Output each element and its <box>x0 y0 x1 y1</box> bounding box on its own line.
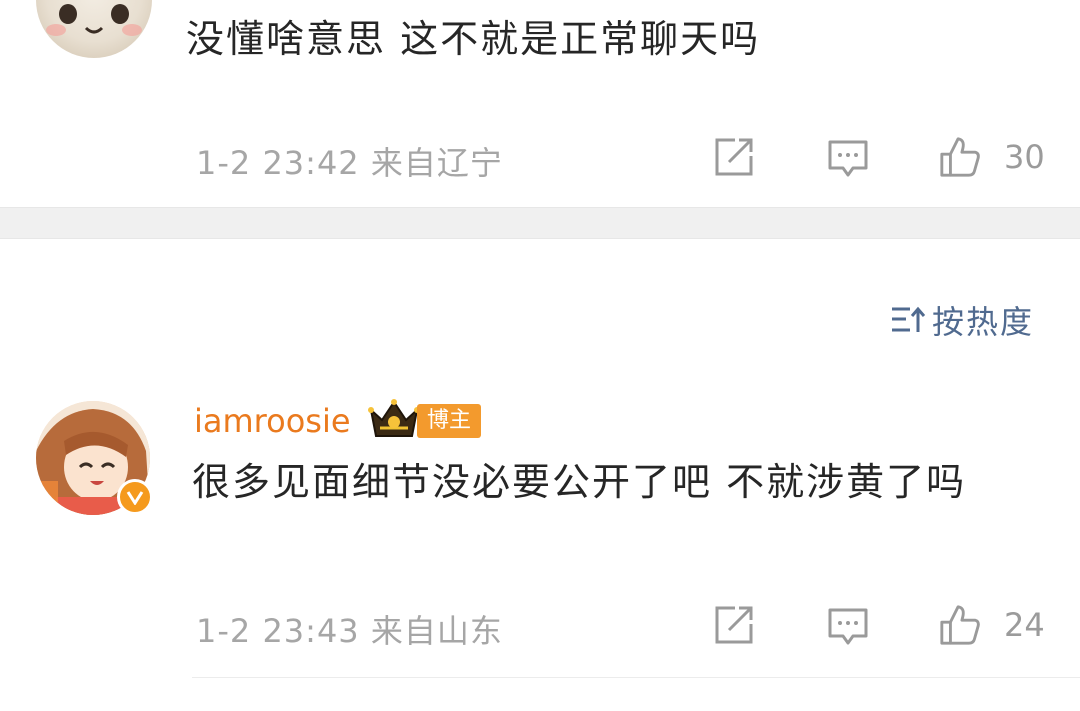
comment-time: 1-2 23:43 <box>196 612 360 650</box>
sort-toggle[interactable]: 按热度 <box>890 297 1034 343</box>
crown-icon <box>368 398 420 444</box>
like-count: 30 <box>1004 138 1045 176</box>
comment-time: 1-2 23:42 <box>196 144 360 182</box>
author-badge: 博主 <box>417 404 482 438</box>
comment-avatar-1[interactable] <box>36 0 152 58</box>
share-button[interactable] <box>712 603 756 647</box>
comment-location: 来自山东 <box>370 612 503 650</box>
comment-meta: 1-2 23:43 来自山东 <box>196 606 503 652</box>
like-icon <box>940 605 980 645</box>
comment-button[interactable] <box>826 605 870 649</box>
like-count: 24 <box>1004 606 1045 644</box>
section-separator <box>0 207 1080 239</box>
share-icon <box>715 138 753 176</box>
share-icon <box>715 606 753 644</box>
comment-text: 没懂啥意思 这不就是正常聊天吗 <box>186 17 761 61</box>
verified-badge-icon <box>117 479 153 515</box>
comment-meta: 1-2 23:42 来自辽宁 <box>196 138 503 184</box>
like-icon <box>940 137 980 177</box>
share-button[interactable] <box>712 135 756 179</box>
sort-icon <box>891 306 926 332</box>
like-button[interactable] <box>938 135 982 179</box>
row-divider <box>192 677 1080 678</box>
comment-location: 来自辽宁 <box>370 144 503 182</box>
sort-label: 按热度 <box>931 303 1034 341</box>
comment-icon <box>828 140 868 177</box>
username[interactable]: iamroosie <box>194 402 351 440</box>
comment-icon <box>828 608 868 645</box>
comment-text: 很多见面细节没必要公开了吧 不就涉黄了吗 <box>192 460 967 504</box>
comment-button[interactable] <box>826 137 870 181</box>
like-button[interactable] <box>938 603 982 647</box>
avatar-face-icon <box>46 4 142 36</box>
